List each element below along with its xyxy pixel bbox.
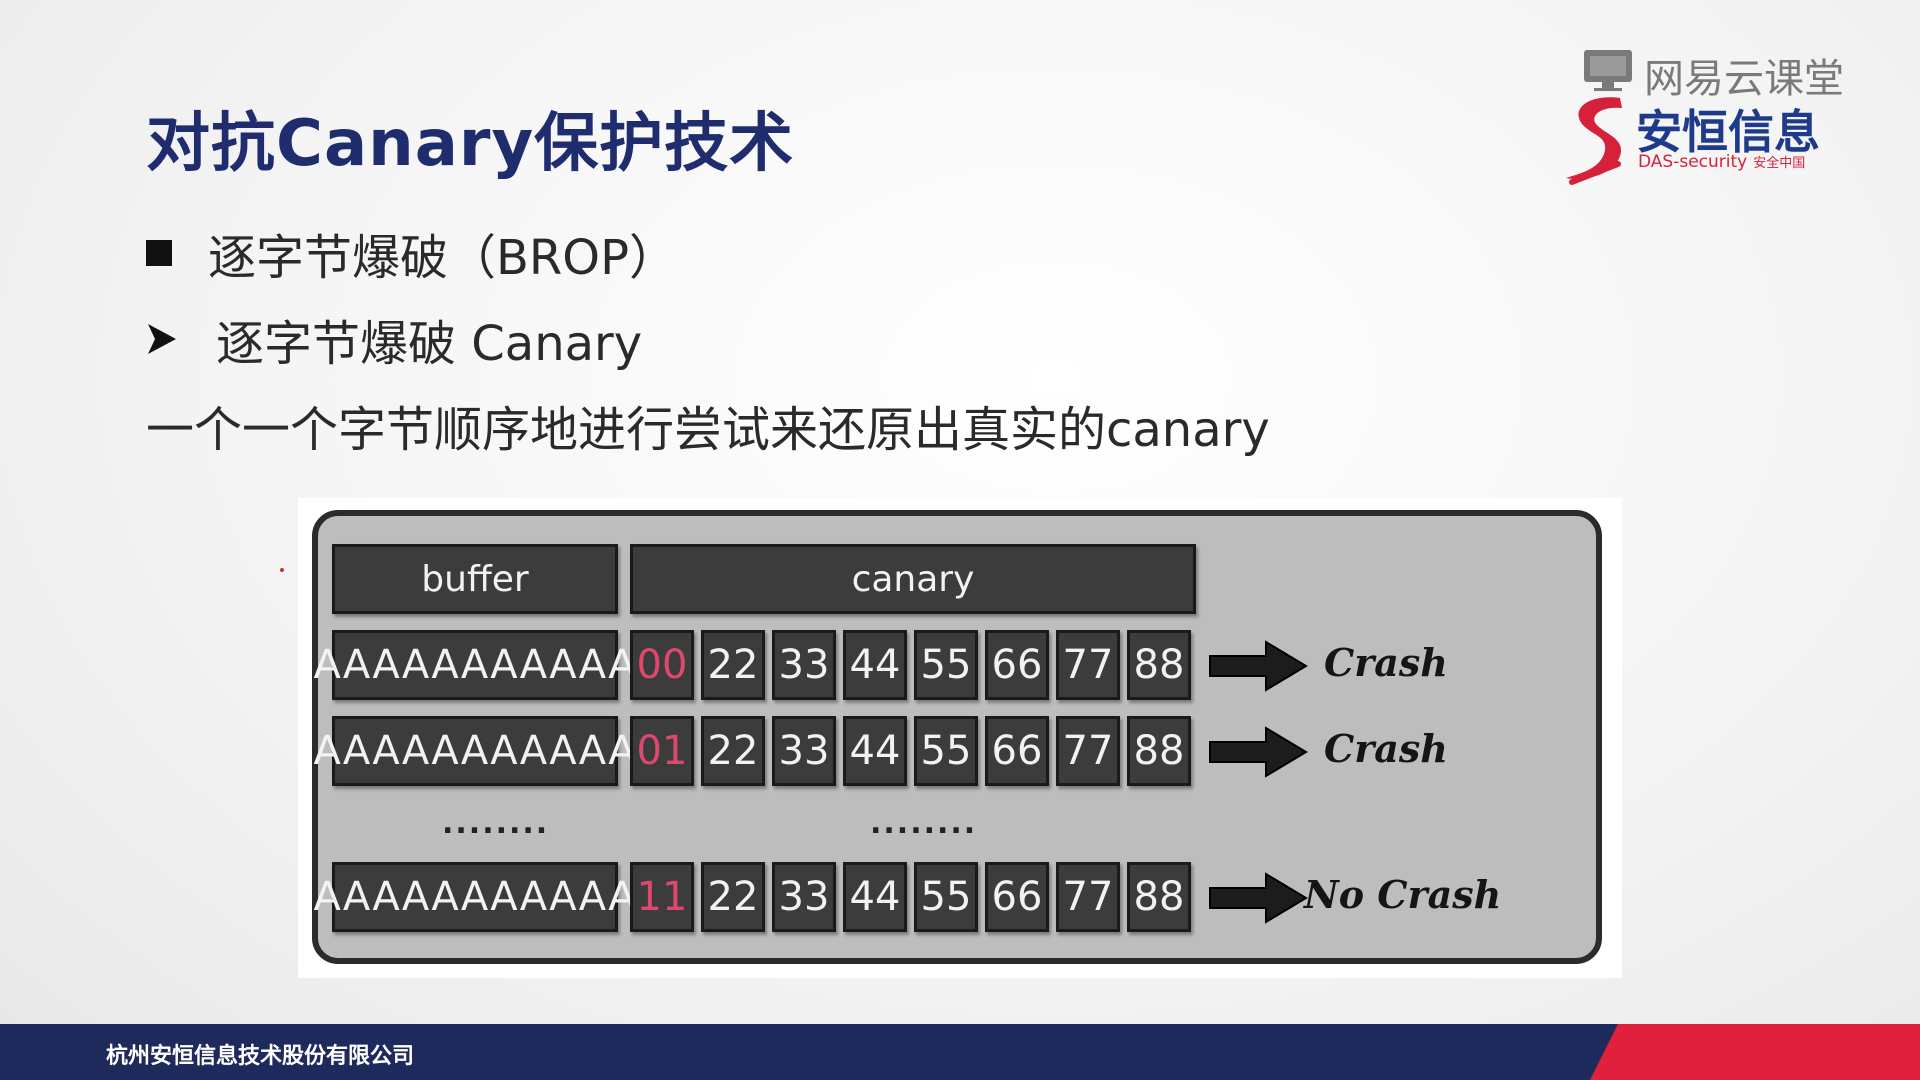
row1-byte: 88 <box>1127 630 1191 700</box>
right-arrow-icon <box>1209 726 1308 778</box>
company-name: 杭州安恒信息技术股份有限公司 <box>106 1044 415 1069</box>
row2-result: Crash <box>1324 726 1448 771</box>
row2-byte: 55 <box>914 716 978 786</box>
brand-subtitle: DAS-security 安全中国 <box>1638 152 1805 172</box>
screen-logo-icon <box>1584 50 1632 91</box>
row2-byte: 01 <box>630 716 694 786</box>
arrowhead-bullet-icon <box>146 322 180 356</box>
row3-byte: 55 <box>914 862 978 932</box>
row1-byte: 66 <box>985 630 1049 700</box>
canary-bruteforce-diagram: buffer canary AAAAAAAAAAA 00 22 33 44 55… <box>298 498 1622 978</box>
row1-byte: 00 <box>630 630 694 700</box>
brand-subtitle-en: DAS-security <box>1638 152 1748 172</box>
header-buffer: buffer <box>332 544 618 614</box>
row3-result: No Crash <box>1304 872 1502 917</box>
row2-byte: 33 <box>772 716 836 786</box>
row3-byte: 77 <box>1056 862 1120 932</box>
brand-s-logo-icon <box>1566 97 1622 185</box>
slide-description: 一个一个字节顺序地进行尝试来还原出真实的canary <box>146 402 1270 458</box>
row1-byte: 44 <box>843 630 907 700</box>
bullet-canary-text: 逐字节爆破 Canary <box>216 316 643 372</box>
diagram-frame: buffer canary AAAAAAAAAAA 00 22 33 44 55… <box>312 510 1602 964</box>
right-arrow-icon <box>1209 872 1308 924</box>
row1-buffer: AAAAAAAAAAA <box>313 630 636 700</box>
row2-buffer: AAAAAAAAAAA <box>313 716 636 786</box>
footer-bar: 杭州安恒信息技术股份有限公司 <box>0 1024 1920 1080</box>
decorative-speck <box>280 568 284 572</box>
row3-byte: 11 <box>630 862 694 932</box>
bullet-brop-text: 逐字节爆破（BROP） <box>208 230 678 286</box>
brand-subtitle-cn: 安全中国 <box>1753 156 1806 171</box>
row1-byte: 33 <box>772 630 836 700</box>
row1-result: Crash <box>1324 640 1448 685</box>
logo: 网易云课堂 安恒信息 DAS-security 安全中国 <box>1560 46 1880 186</box>
header-canary: canary <box>630 544 1196 614</box>
row1-byte: 77 <box>1056 630 1120 700</box>
row2-byte: 88 <box>1127 716 1191 786</box>
footer-accent <box>1590 1024 1920 1080</box>
row3-byte: 88 <box>1127 862 1191 932</box>
row3-byte: 22 <box>701 862 765 932</box>
right-arrow-icon <box>1209 640 1308 692</box>
row1-byte: 55 <box>914 630 978 700</box>
canary-ellipsis: ........ <box>870 806 978 841</box>
buffer-ellipsis: ........ <box>442 806 550 841</box>
square-bullet-icon <box>146 240 172 266</box>
slide: 对抗Canary保护技术 逐字节爆破（BROP） 逐字节爆破 Canary 一个… <box>0 0 1920 1080</box>
row3-byte: 66 <box>985 862 1049 932</box>
row3-buffer: AAAAAAAAAAA <box>313 862 636 932</box>
row2-byte: 44 <box>843 716 907 786</box>
row2-byte: 22 <box>701 716 765 786</box>
row2-byte: 77 <box>1056 716 1120 786</box>
row3-byte: 44 <box>843 862 907 932</box>
row3-byte: 33 <box>772 862 836 932</box>
row1-byte: 22 <box>701 630 765 700</box>
bullet-brop: 逐字节爆破（BROP） <box>146 218 677 288</box>
bullet-canary: 逐字节爆破 Canary <box>146 304 642 374</box>
slide-title: 对抗Canary保护技术 <box>146 107 795 181</box>
row2-byte: 66 <box>985 716 1049 786</box>
